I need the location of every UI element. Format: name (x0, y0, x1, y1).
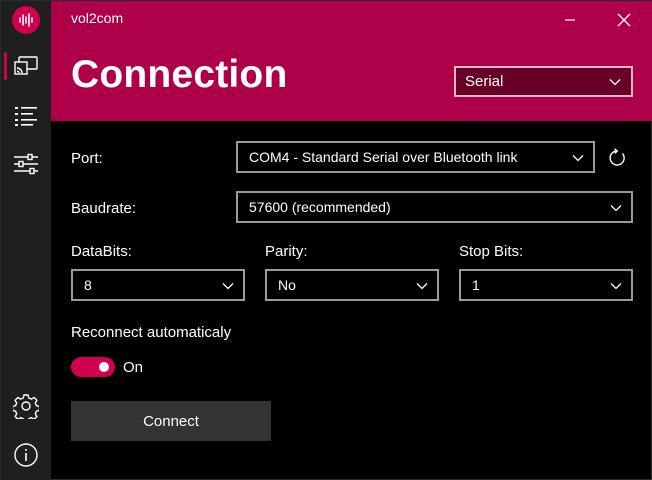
list-icon (15, 107, 37, 126)
chevron-down-icon (572, 155, 584, 162)
stopbits-select[interactable]: 1 (459, 269, 633, 301)
reconnect-toggle[interactable] (71, 357, 115, 377)
reconnect-label: Reconnect automaticaly (71, 324, 232, 341)
chevron-down-icon (610, 283, 622, 290)
refresh-ports-button[interactable] (605, 146, 629, 170)
nav-item-log[interactable] (1, 94, 51, 138)
close-icon (617, 13, 631, 27)
baudrate-label: Baudrate: (71, 200, 137, 217)
gear-icon (13, 394, 39, 419)
chevron-down-icon (222, 283, 234, 290)
parity-label: Parity: (265, 243, 308, 260)
chevron-down-icon (416, 283, 428, 290)
stopbits-value: 1 (472, 277, 480, 293)
nav-item-app-settings[interactable] (1, 384, 51, 428)
nav-item-about[interactable] (1, 433, 51, 477)
minimize-button[interactable] (556, 7, 584, 33)
app-logo (12, 6, 40, 34)
baudrate-value: 57600 (recommended) (249, 199, 391, 215)
parity-value: No (278, 277, 296, 293)
databits-label: DataBits: (71, 243, 132, 260)
waveform-logo-icon (19, 13, 33, 27)
port-select[interactable]: COM4 - Standard Serial over Bluetooth li… (236, 141, 595, 173)
chevron-down-icon (610, 205, 622, 212)
toggle-knob (99, 362, 109, 372)
nav-item-connection[interactable] (1, 44, 51, 88)
port-value: COM4 - Standard Serial over Bluetooth li… (249, 149, 518, 165)
connection-type-value: Serial (465, 73, 504, 90)
connect-button[interactable]: Connect (71, 401, 271, 441)
close-button[interactable] (610, 7, 638, 33)
chevron-down-icon (609, 79, 621, 86)
sliders-icon (14, 153, 38, 175)
baudrate-select[interactable]: 57600 (recommended) (236, 191, 633, 223)
minimize-icon (565, 19, 575, 21)
port-label: Port: (71, 150, 103, 167)
parity-select[interactable]: No (265, 269, 439, 301)
connection-type-select[interactable]: Serial (454, 66, 633, 97)
cast-icon (14, 56, 38, 75)
nav-rail (1, 1, 51, 480)
reconnect-state-label: On (123, 359, 144, 376)
databits-select[interactable]: 8 (71, 269, 245, 301)
databits-value: 8 (84, 277, 92, 293)
app-window: vol2com Connection Serial Port: COM4 - S… (0, 0, 652, 480)
stopbits-label: Stop Bits: (459, 243, 524, 260)
page-title: Connection (71, 53, 288, 96)
refresh-icon (609, 148, 625, 166)
header: vol2com Connection Serial (51, 1, 652, 121)
nav-item-settings-sliders[interactable] (1, 142, 51, 186)
info-icon (14, 443, 38, 467)
app-title: vol2com (71, 10, 124, 26)
